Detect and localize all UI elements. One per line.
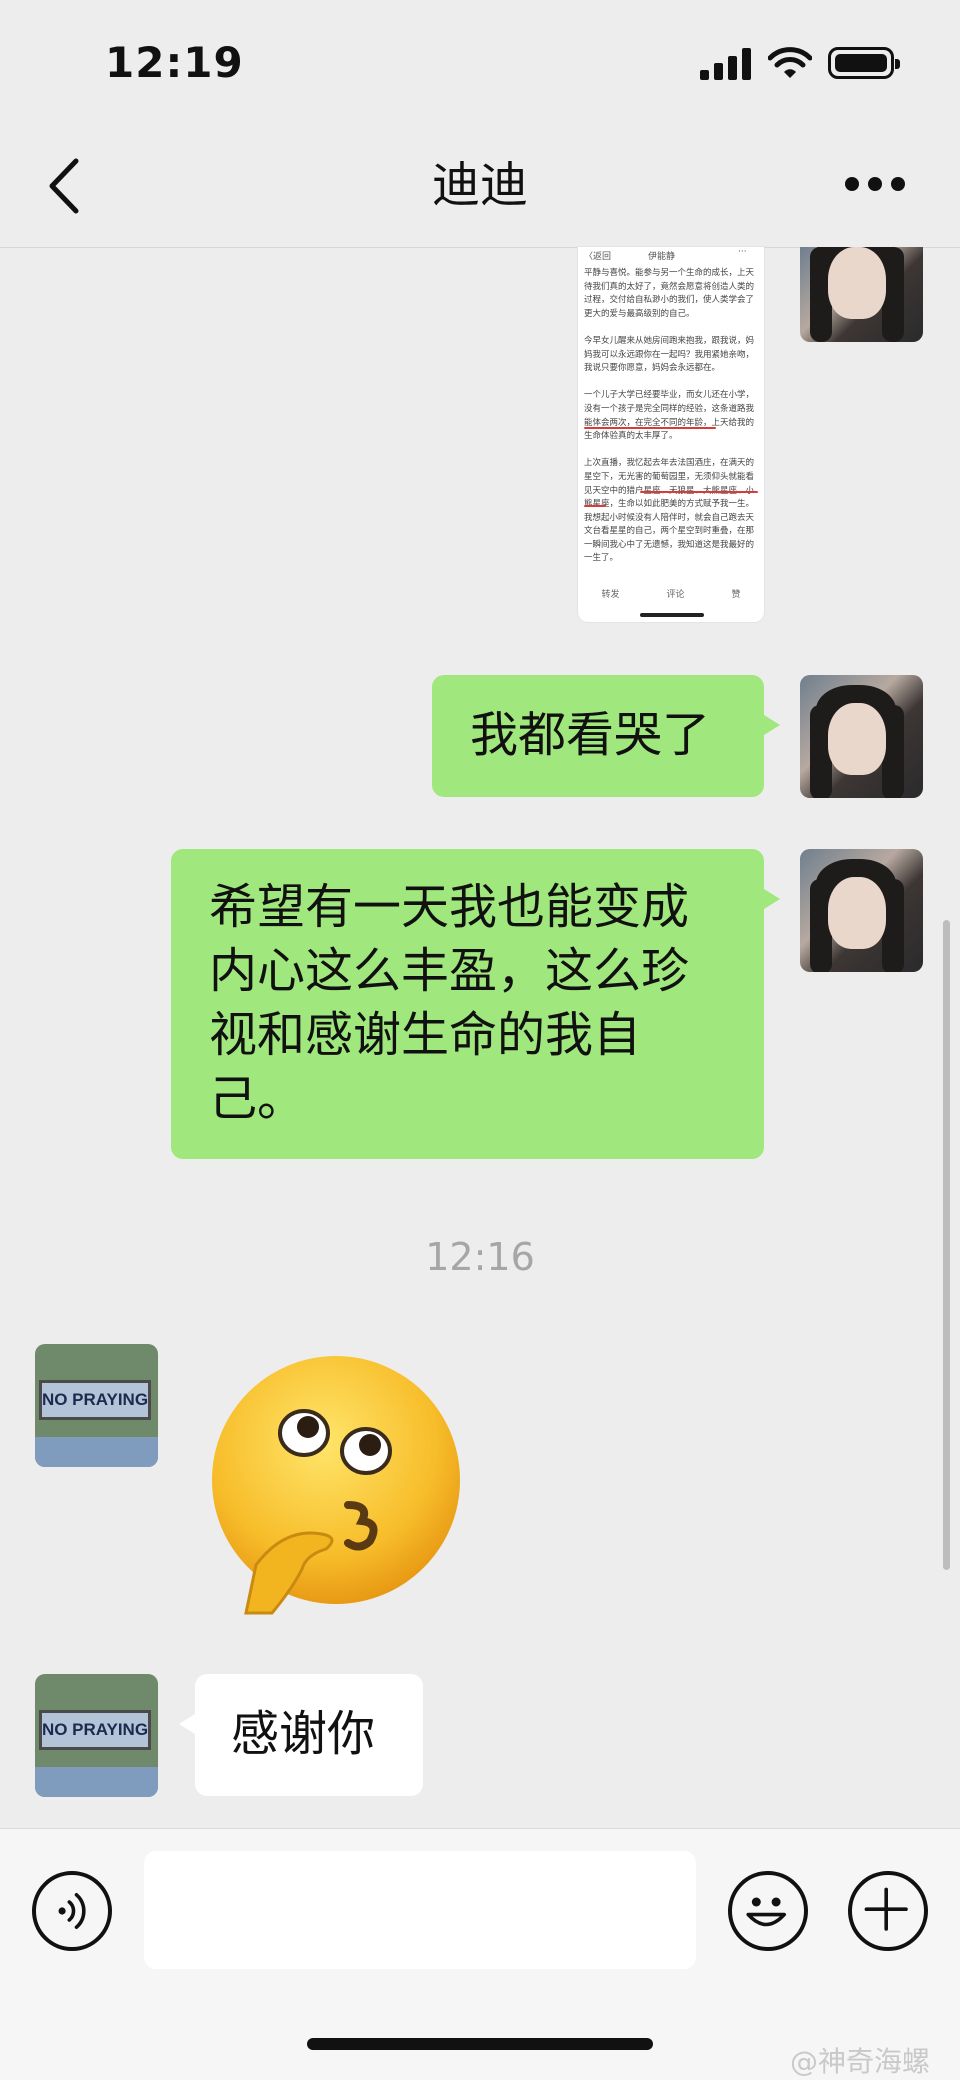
message-bubble-received[interactable]: 感谢你 xyxy=(179,1674,423,1796)
shared-weibo-screenshot[interactable]: 〈返回 伊能静 ··· 平静与喜悦。能参与另一个生命的成长，上天待我们真的太好了… xyxy=(578,247,764,622)
screenshot-comment: 评论 xyxy=(666,589,685,600)
message-timestamp: 12:16 xyxy=(425,1235,535,1279)
screenshot-like: 赞 xyxy=(731,589,741,600)
cellular-signal-icon xyxy=(700,48,751,80)
avatar-sign-text: NO PRAYING xyxy=(41,1720,149,1739)
message-bubble-sent[interactable]: 我都看哭了 xyxy=(432,675,780,797)
status-bar: 12:19 xyxy=(0,0,960,125)
wifi-icon xyxy=(768,47,812,78)
chat-title: 迪迪 xyxy=(431,157,528,213)
voice-input-icon[interactable] xyxy=(32,1871,112,1951)
screenshot-body-text: 平静与喜悦。能参与另一个生命的成长，上天待我们真的太好了，竟然会愿意将创造人类的… xyxy=(584,268,755,564)
self-avatar[interactable] xyxy=(800,849,923,972)
self-avatar[interactable] xyxy=(800,675,923,798)
highlight-underline xyxy=(584,505,606,507)
screenshot-back: 〈返回 xyxy=(584,252,612,262)
highlight-underline xyxy=(640,491,758,493)
thinking-whistle-emoji-icon[interactable] xyxy=(208,1355,468,1625)
more-options-icon[interactable] xyxy=(845,177,905,193)
message-bubble-sent[interactable]: 希望有一天我也能变成内心这么丰盈，这么珍视和感谢生命的我自己。 xyxy=(171,849,780,1159)
screenshot-more: ··· xyxy=(738,247,747,257)
self-avatar[interactable] xyxy=(800,247,923,342)
contact-avatar[interactable]: NO PRAYING xyxy=(35,1344,158,1467)
home-indicator xyxy=(307,2038,653,2050)
avatar-sign-text: NO PRAYING xyxy=(41,1390,149,1409)
chat-scrollbar[interactable] xyxy=(943,920,950,1570)
message-text: 我都看哭了 xyxy=(470,707,711,763)
more-functions-plus-icon[interactable] xyxy=(848,1871,928,1951)
screenshot-footer: 转发 评论 赞 xyxy=(578,582,764,604)
highlight-underline xyxy=(584,427,716,429)
battery-icon xyxy=(828,47,900,79)
message-text: 希望有一天我也能变成内心这么丰盈，这么珍视和感谢生命的我自己。 xyxy=(209,879,690,1127)
contact-avatar[interactable]: NO PRAYING xyxy=(35,1674,158,1797)
screenshot-home-indicator xyxy=(640,613,704,617)
screenshot-author: 伊能静 xyxy=(648,252,676,262)
screenshot-header: 〈返回 伊能静 ··· xyxy=(578,247,764,263)
message-input[interactable] xyxy=(144,1851,696,1969)
watermark: @神奇海螺 xyxy=(790,2045,931,2078)
emoji-picker-icon[interactable] xyxy=(728,1871,808,1951)
chat-header: 迪迪 xyxy=(0,125,960,248)
message-text: 感谢你 xyxy=(231,1706,376,1762)
screenshot-repost: 转发 xyxy=(601,589,620,600)
status-time: 12:19 xyxy=(105,38,244,87)
